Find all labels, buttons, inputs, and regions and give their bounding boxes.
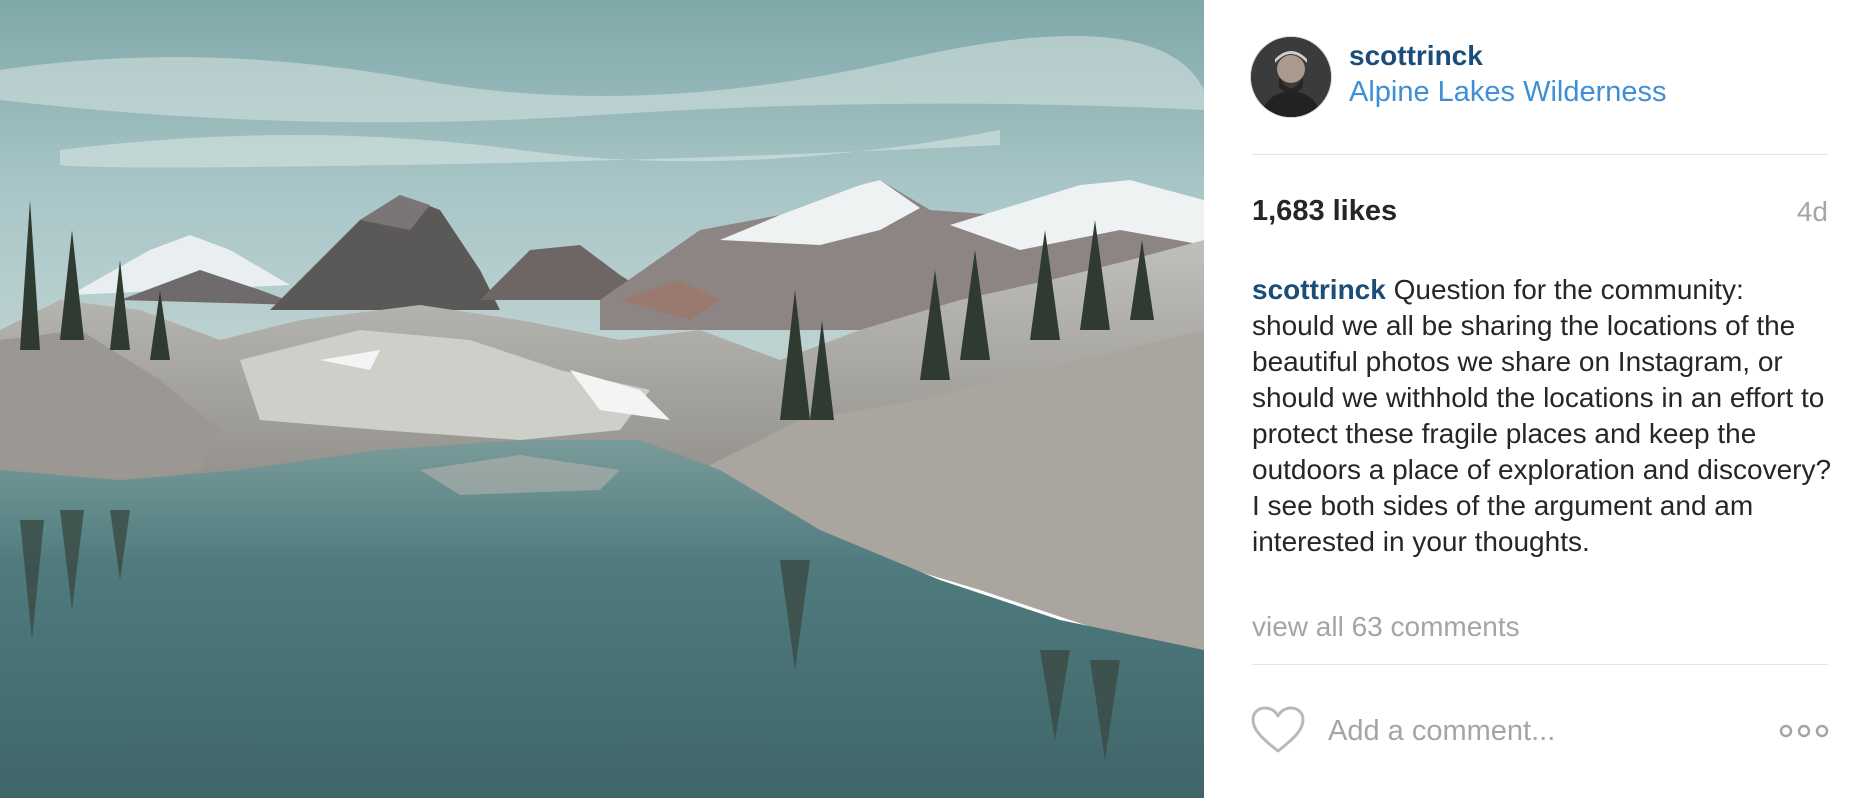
- profile-photo-icon: [1251, 37, 1331, 117]
- view-all-comments-link[interactable]: view all 63 comments: [1252, 611, 1520, 643]
- comments-divider: [1252, 664, 1828, 665]
- header-divider: [1252, 154, 1828, 155]
- post-caption: scottrinck Question for the community: s…: [1252, 272, 1832, 560]
- add-comment-input[interactable]: [1328, 710, 1728, 752]
- post-time-ago: 4d: [1796, 196, 1828, 227]
- avatar[interactable]: [1250, 36, 1332, 118]
- caption-text: Question for the community: should we al…: [1252, 274, 1832, 557]
- more-options-icon[interactable]: [1778, 715, 1830, 747]
- post-photo[interactable]: [0, 0, 1204, 798]
- likes-count[interactable]: 1,683 likes: [1252, 195, 1397, 228]
- post-author-username[interactable]: scottrinck: [1349, 40, 1483, 72]
- caption-username[interactable]: scottrinck: [1252, 274, 1386, 305]
- heart-outline-icon[interactable]: [1250, 705, 1306, 755]
- alpine-lake-photo: [0, 0, 1204, 798]
- post-details-panel: scottrinck Alpine Lakes Wilderness 1,683…: [1204, 0, 1870, 798]
- post-location-link[interactable]: Alpine Lakes Wilderness: [1349, 76, 1667, 109]
